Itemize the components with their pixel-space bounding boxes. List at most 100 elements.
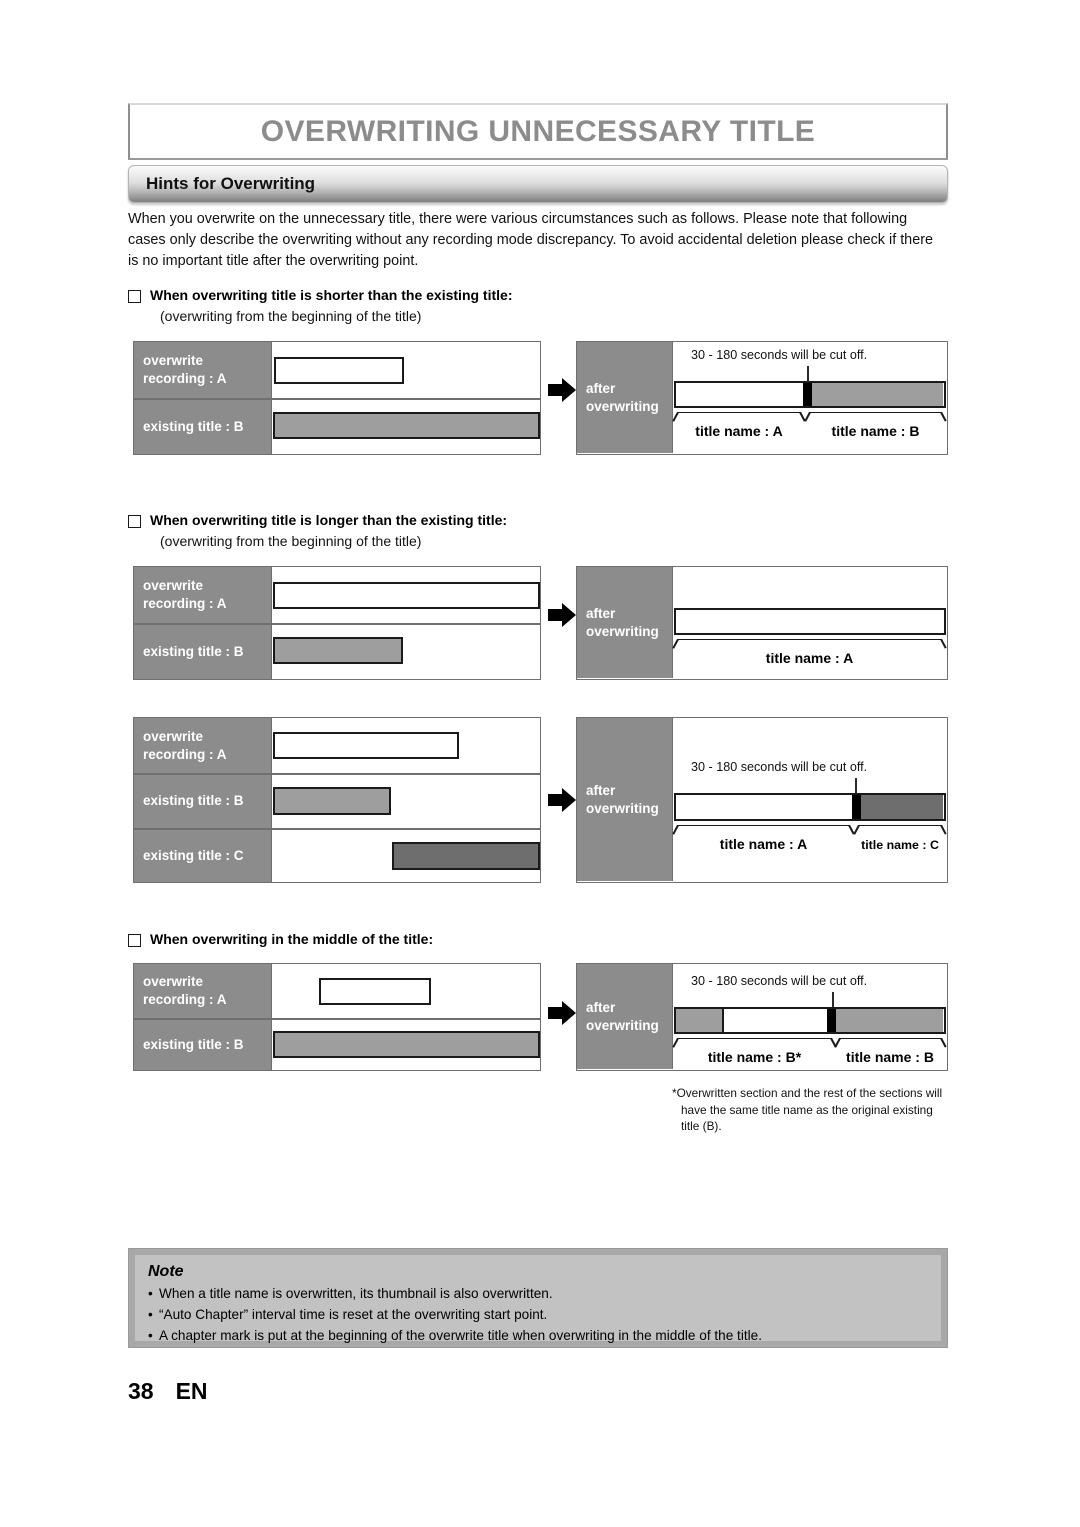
- result-segment-a: [676, 383, 803, 406]
- title-name-a-3: title name : A: [719, 836, 808, 852]
- result-segment-b: [812, 383, 943, 406]
- case-heading-3-label: When overwriting in the middle of the ti…: [150, 931, 434, 947]
- label-overwrite-recording-a: overwrite recording : A: [143, 974, 227, 1007]
- result-segment-cut: [852, 795, 861, 819]
- title-name-c-3: title name : C: [861, 838, 939, 852]
- case-sub-2: (overwriting from the beginning of the t…: [160, 533, 422, 549]
- page-language: EN: [175, 1378, 208, 1404]
- bar-overwrite-a: [319, 978, 431, 1005]
- label-existing-title-c: existing title : C: [143, 848, 244, 863]
- case-heading-1: When overwriting title is shorter than t…: [128, 287, 828, 303]
- bar-overwrite-a: [273, 582, 540, 609]
- diagram-2-after: after overwriting title name : A: [576, 566, 948, 680]
- note-item: • A chapter mark is put at the beginning…: [148, 1325, 928, 1346]
- checkbox-icon: [128, 515, 141, 528]
- title-name-b-star-4: title name : B*: [707, 1049, 802, 1065]
- label-overwrite-recording-a: overwrite recording : A: [143, 578, 227, 611]
- bar-existing-b: [273, 637, 403, 664]
- result-segment-b-tail: [836, 1009, 943, 1032]
- diagram-3-before: overwrite recording : A existing title :…: [133, 717, 541, 883]
- result-bar-4: [674, 1007, 946, 1034]
- bar-existing-b: [273, 787, 391, 815]
- brace-b-star-4: [677, 1038, 832, 1047]
- diagram-2-before: overwrite recording : A existing title :…: [133, 566, 541, 680]
- arrow-right-icon: [548, 788, 576, 812]
- diagram-1-after: after overwriting 30 - 180 seconds will …: [576, 341, 948, 455]
- label-after-overwriting-3: after overwriting: [577, 718, 673, 881]
- section-title: Hints for Overwriting: [146, 174, 316, 193]
- arrow-right-icon: [548, 603, 576, 627]
- bar-overwrite-a: [274, 357, 404, 384]
- checkbox-icon: [128, 290, 141, 303]
- result-segment-a: [676, 795, 852, 819]
- title-name-a-2: title name : A: [765, 650, 854, 666]
- case-sub-1: (overwriting from the beginning of the t…: [160, 308, 422, 324]
- case-heading-3: When overwriting in the middle of the ti…: [128, 931, 828, 947]
- note-item-text: A chapter mark is put at the beginning o…: [159, 1328, 762, 1343]
- label-existing-title-b: existing title : B: [143, 419, 244, 434]
- brace-a-1: [677, 412, 801, 421]
- intro-paragraph: When you overwrite on the unnecessary ti…: [128, 211, 933, 269]
- label-existing-title-b: existing title : B: [143, 793, 244, 808]
- brace-b-1: [809, 412, 942, 421]
- note-item: • When a title name is overwritten, its …: [148, 1283, 928, 1304]
- case-heading-2: When overwriting title is longer than th…: [128, 512, 828, 528]
- cut-point-line-4: [832, 992, 834, 1008]
- bar-existing-c: [392, 842, 540, 870]
- result-bar-3: [674, 793, 946, 821]
- title-name-a-1: title name : A: [695, 423, 783, 439]
- result-segment-cut: [803, 383, 812, 406]
- label-after-overwriting-2: after overwriting: [577, 567, 673, 678]
- brace-b-4: [839, 1038, 942, 1047]
- label-existing-title-b: existing title : B: [143, 1037, 244, 1052]
- section-header-bar: Hints for Overwriting: [128, 165, 948, 203]
- result-segment-c: [861, 795, 943, 819]
- footnote: *Overwritten section and the rest of the…: [672, 1085, 962, 1135]
- note-box: Note • When a title name is overwritten,…: [128, 1248, 948, 1348]
- page-number: 38: [128, 1378, 154, 1404]
- footnote-line-3: title (B).: [681, 1119, 722, 1133]
- bar-existing-b: [273, 1031, 540, 1058]
- bar-existing-b: [273, 412, 540, 439]
- brace-a-2: [677, 639, 942, 648]
- result-segment-cut: [827, 1009, 836, 1032]
- note-item-text: “Auto Chapter” interval time is reset at…: [159, 1307, 548, 1322]
- bullet-icon: •: [148, 1307, 153, 1322]
- title-name-b-4: title name : B: [846, 1049, 934, 1065]
- diagram-1-before: overwrite recording : A existing title :…: [133, 341, 541, 455]
- diagram-4-before: overwrite recording : A existing title :…: [133, 963, 541, 1071]
- footnote-line-2: have the same title name as the original…: [681, 1102, 933, 1117]
- cut-point-line-1: [807, 366, 809, 382]
- arrow-right-icon: [548, 378, 576, 402]
- cut-off-note-1: 30 - 180 seconds will be cut off.: [691, 348, 868, 362]
- diagram-4-after: after overwriting 30 - 180 seconds will …: [576, 963, 948, 1071]
- bar-overwrite-a: [273, 732, 459, 759]
- brace-a-3: [677, 825, 850, 834]
- page-title: OVERWRITING UNNECESSARY TITLE: [260, 114, 816, 148]
- note-item-text: When a title name is overwritten, its th…: [159, 1286, 553, 1301]
- label-existing-title-b: existing title : B: [143, 644, 244, 659]
- cut-off-note-4: 30 - 180 seconds will be cut off.: [691, 974, 868, 988]
- diagram-3-after: after overwriting 30 - 180 seconds will …: [576, 717, 948, 883]
- result-segment-overwritten: [724, 1009, 827, 1032]
- page-footer: 38 EN: [128, 1378, 208, 1405]
- result-segment-a: [676, 610, 943, 633]
- note-item: • “Auto Chapter” interval time is reset …: [148, 1304, 928, 1325]
- result-segment-b-head: [676, 1009, 724, 1032]
- arrow-right-icon: [548, 1001, 576, 1025]
- note-box-inner: Note • When a title name is overwritten,…: [135, 1255, 941, 1343]
- note-title: Note: [148, 1263, 184, 1280]
- title-name-b-1: title name : B: [831, 423, 920, 439]
- result-bar-1: [674, 381, 946, 408]
- result-bar-2: [674, 608, 946, 635]
- label-after-overwriting-4: after overwriting: [577, 964, 673, 1069]
- label-overwrite-recording-a: overwrite recording : A: [143, 728, 227, 762]
- checkbox-icon: [128, 934, 141, 947]
- bullet-icon: •: [148, 1286, 153, 1301]
- label-overwrite-recording-a: overwrite recording : A: [143, 353, 227, 386]
- manual-page: OVERWRITING UNNECESSARY TITLE Hints for …: [0, 0, 1080, 1527]
- bullet-icon: •: [148, 1328, 153, 1343]
- label-after-overwriting-1: after overwriting: [577, 342, 673, 453]
- cut-point-line-3: [855, 778, 857, 794]
- brace-c-3: [858, 825, 942, 834]
